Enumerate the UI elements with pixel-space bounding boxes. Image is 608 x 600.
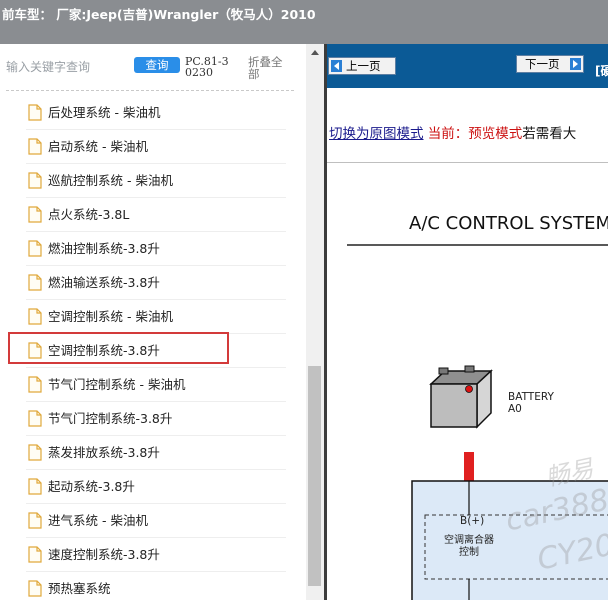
- arrow-right-icon: [570, 58, 581, 70]
- query-button[interactable]: 查询: [134, 57, 180, 73]
- document-icon: [28, 580, 42, 597]
- title-prefix: 前车型：: [2, 7, 53, 22]
- tree-item-label: 启动系统 - 柴油机: [48, 139, 148, 154]
- title-bar: 前车型： 厂家:Jeep(吉普)Wrangler（牧马人）2010: [0, 0, 608, 44]
- tree-item[interactable]: 巡航控制系统 - 柴油机: [26, 164, 286, 198]
- tree-item[interactable]: 节气门控制系统-3.8升: [26, 402, 286, 436]
- search-input[interactable]: [6, 58, 126, 76]
- tree-item-label: 巡航控制系统 - 柴油机: [48, 173, 173, 188]
- document-icon: [28, 478, 42, 495]
- diagram-title: A/C CONTROL SYSTEM: [409, 213, 608, 234]
- search-row: 查询 PC.81-30230 折叠全部: [0, 44, 306, 92]
- document-icon: [28, 240, 42, 257]
- scrollbar[interactable]: [306, 44, 324, 600]
- next-page-button[interactable]: 下一页: [516, 55, 584, 73]
- battery-label: BATTERY: [508, 391, 554, 403]
- tree-item[interactable]: 点火系统-3.8L: [26, 198, 286, 232]
- prev-page-button[interactable]: 上一页: [328, 57, 396, 75]
- next-page-label: 下一页: [525, 57, 560, 71]
- tree-item[interactable]: 起动系统-3.8升: [26, 470, 286, 504]
- tree-item-label: 燃油输送系统-3.8升: [48, 275, 160, 290]
- document-icon: [28, 546, 42, 563]
- tree-item[interactable]: 燃油输送系统-3.8升: [26, 266, 286, 300]
- document-icon: [28, 172, 42, 189]
- wiring-diagram: A/C CONTROL SYSTEM BATTERY A0 B(+) 空调离合器…: [327, 163, 608, 600]
- pc-code: PC.81-30230: [185, 55, 229, 79]
- prev-page-label: 上一页: [346, 59, 381, 73]
- module-label: 空调离合器控制: [444, 535, 494, 558]
- tree-item-label: 后处理系统 - 柴油机: [48, 105, 161, 120]
- tree-item-label: 起动系统-3.8升: [48, 479, 135, 494]
- tree-item[interactable]: 预热塞系统: [26, 572, 286, 600]
- battery-icon: [429, 365, 493, 429]
- switch-mode-link[interactable]: 切换为原图模式: [329, 126, 424, 142]
- toolbar-extra-text: [硬: [595, 64, 608, 78]
- tree-item-label: 空调控制系统 - 柴油机: [48, 309, 173, 324]
- document-icon: [28, 274, 42, 291]
- tree-item[interactable]: 燃油控制系统-3.8升: [26, 232, 286, 266]
- document-icon: [28, 376, 42, 393]
- tree-item-label: 预热塞系统: [48, 581, 111, 596]
- pin-label: B(+): [460, 515, 485, 527]
- battery-wire: [464, 452, 474, 481]
- search-divider: [6, 90, 294, 91]
- battery-code: A0: [508, 403, 522, 415]
- tree-item-label: 进气系统 - 柴油机: [48, 513, 148, 528]
- tree-item-label: 空调控制系统-3.8升: [48, 343, 160, 358]
- mode-note-text: 若需看大: [522, 126, 577, 142]
- tree-item-label: 点火系统-3.8L: [48, 207, 130, 222]
- scrollbar-thumb[interactable]: [308, 366, 321, 586]
- tree-item-label: 节气门控制系统 - 柴油机: [48, 377, 186, 392]
- tree-item[interactable]: 节气门控制系统 - 柴油机: [26, 368, 286, 402]
- tree-item-label: 节气门控制系统-3.8升: [48, 411, 173, 426]
- document-icon: [28, 206, 42, 223]
- tree-item[interactable]: 速度控制系统-3.8升: [26, 538, 286, 572]
- document-icon: [28, 138, 42, 155]
- arrow-left-icon: [331, 60, 342, 72]
- tree-item[interactable]: 空调控制系统 - 柴油机: [26, 300, 286, 334]
- collapse-all-button[interactable]: 折叠全部: [248, 56, 292, 80]
- tree-item[interactable]: 启动系统 - 柴油机: [26, 130, 286, 164]
- chevron-up-icon: [311, 50, 319, 55]
- tree-item[interactable]: 进气系统 - 柴油机: [26, 504, 286, 538]
- tree-item-label: 蒸发排放系统-3.8升: [48, 445, 160, 460]
- tree-item-label: 燃油控制系统-3.8升: [48, 241, 160, 256]
- tree-item[interactable]: 后处理系统 - 柴油机: [26, 96, 286, 130]
- mode-line: 切换为原图模式 当前：预览模式若需看大: [329, 122, 576, 142]
- document-icon: [28, 104, 42, 121]
- document-icon: [28, 308, 42, 325]
- left-panel: 查询 PC.81-30230 折叠全部 后处理系统 - 柴油机 启动系统 - 柴…: [0, 44, 324, 600]
- document-icon: [28, 342, 42, 359]
- current-mode-text: 当前：预览模式: [427, 126, 523, 142]
- viewer-panel: 上一页 下一页 [硬 切换为原图模式 当前：预览模式若需看大 A/C CONTR…: [327, 44, 608, 600]
- document-icon: [28, 512, 42, 529]
- tree-item-label: 速度控制系统-3.8升: [48, 547, 160, 562]
- tree-item[interactable]: 蒸发排放系统-3.8升: [26, 436, 286, 470]
- document-icon: [28, 444, 42, 461]
- vehicle-name: 厂家:Jeep(吉普)Wrangler（牧马人）2010: [52, 7, 316, 22]
- scroll-up-button[interactable]: [306, 44, 324, 61]
- tree-item-selected[interactable]: 空调控制系统-3.8升: [26, 334, 286, 368]
- viewer-toolbar: 上一页 下一页 [硬: [327, 44, 608, 88]
- document-icon: [28, 410, 42, 427]
